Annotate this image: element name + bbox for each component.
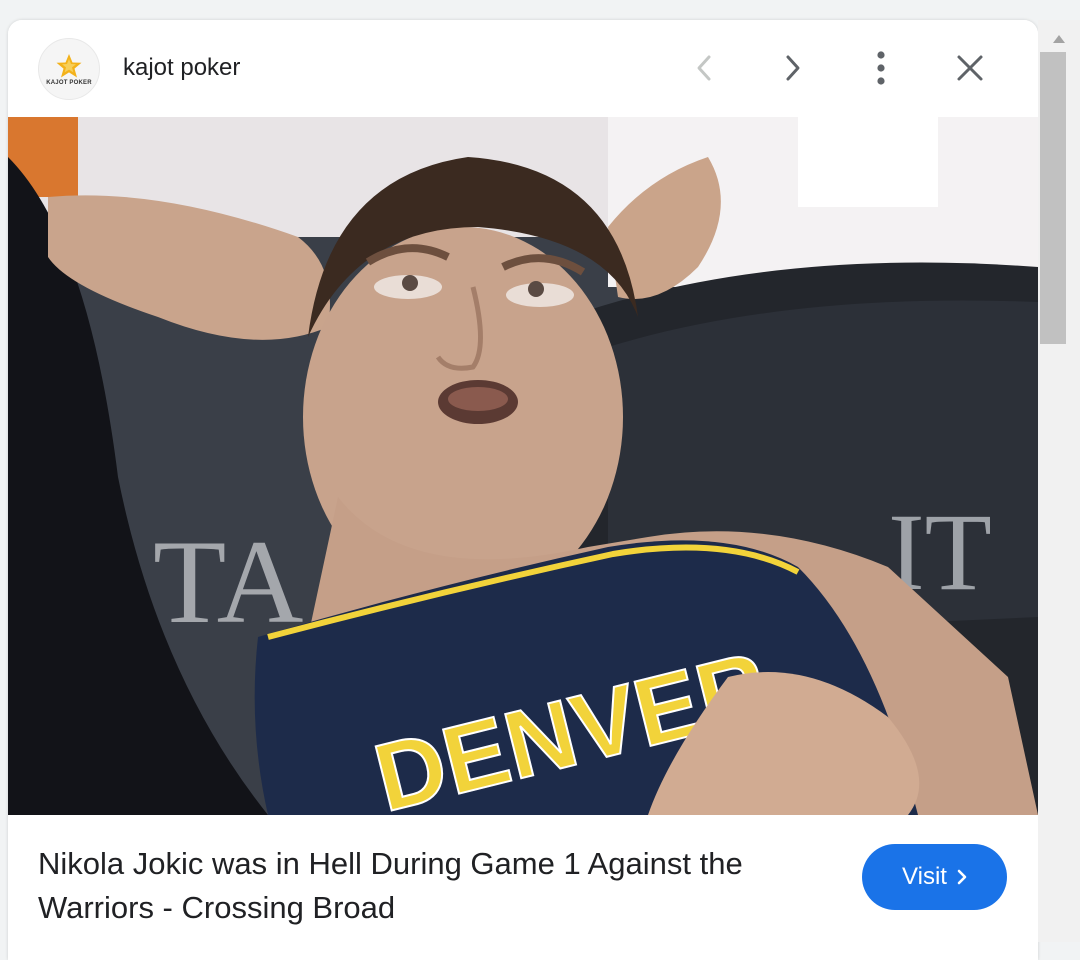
site-logo-text: KAJOT POKER bbox=[46, 79, 92, 86]
chevron-right-icon bbox=[786, 55, 800, 81]
scroll-up-arrow-icon bbox=[1053, 35, 1065, 43]
chevron-right-icon bbox=[957, 869, 967, 885]
preview-image[interactable]: IT TA DENVER bbox=[8, 117, 1038, 815]
background-text-left: TA bbox=[153, 515, 303, 648]
chevron-left-icon bbox=[697, 55, 711, 81]
next-button[interactable] bbox=[771, 46, 815, 90]
site-logo[interactable]: KAJOT POKER bbox=[38, 38, 100, 100]
scroll-up-button[interactable] bbox=[1046, 28, 1072, 50]
vertical-scrollbar[interactable] bbox=[1038, 20, 1080, 942]
more-vert-icon bbox=[877, 51, 885, 85]
close-button[interactable] bbox=[948, 46, 992, 90]
scrollbar-thumb[interactable] bbox=[1040, 52, 1066, 344]
close-icon bbox=[957, 55, 983, 81]
image-preview-panel: KAJOT POKER kajot poker IT TA DENVER Nik… bbox=[8, 20, 1038, 960]
preview-header: KAJOT POKER kajot poker bbox=[8, 20, 1038, 117]
site-name[interactable]: kajot poker bbox=[123, 54, 240, 82]
player-photo: IT TA DENVER bbox=[8, 117, 1038, 815]
more-options-button[interactable] bbox=[859, 46, 903, 90]
star-icon bbox=[56, 53, 82, 77]
previous-button[interactable] bbox=[682, 46, 726, 90]
visit-button[interactable]: Visit bbox=[862, 844, 1007, 910]
result-title[interactable]: Nikola Jokic was in Hell During Game 1 A… bbox=[38, 842, 798, 930]
visit-label: Visit bbox=[902, 863, 947, 890]
